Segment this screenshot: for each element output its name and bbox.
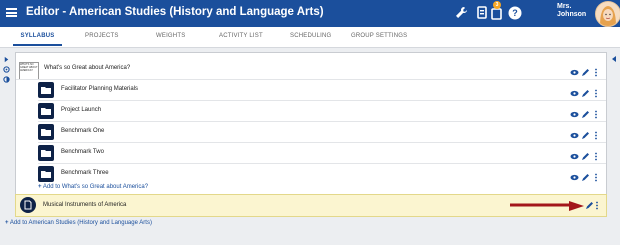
unit-panel: WHAT'S SO GREAT ABOUT AMERICA? What's so… [15, 52, 607, 195]
tab-syllabus[interactable]: SYLLABUS [13, 27, 62, 46]
folder-icon [38, 103, 54, 119]
menu-icon[interactable] [6, 8, 17, 17]
tab-bar: SYLLABUS PROJECTS WEIGHTS ACTIVITY LIST … [0, 27, 620, 48]
unit-thumbnail: WHAT'S SO GREAT ABOUT AMERICA? [19, 62, 39, 80]
pencil-icon[interactable] [586, 202, 593, 209]
list-item-label: Project Launch [61, 107, 102, 113]
more-vert-icon[interactable] [595, 89, 597, 98]
more-vert-icon[interactable] [595, 152, 597, 161]
wrench-icon[interactable] [453, 5, 469, 21]
row-actions [570, 64, 600, 77]
list-item-label: Benchmark One [61, 128, 105, 134]
tab-weights[interactable]: WEIGHTS [156, 27, 185, 46]
settings-icon[interactable] [3, 66, 10, 73]
add-to-unit-label: Add to What's so Great about America? [42, 184, 149, 190]
unit-row[interactable]: WHAT'S SO GREAT ABOUT AMERICA? What's so… [16, 59, 606, 80]
more-vert-icon[interactable] [595, 131, 597, 140]
user-name-line2: Johnson [557, 11, 587, 18]
plus-icon: + [38, 184, 42, 190]
eye-icon[interactable] [570, 69, 579, 76]
folder-icon [38, 124, 54, 140]
copy-icon[interactable] [474, 5, 490, 21]
more-vert-icon[interactable] [595, 110, 597, 119]
list-item-label: Benchmark Two [61, 149, 104, 155]
eye-icon[interactable] [570, 174, 579, 181]
more-vert-icon[interactable] [595, 173, 597, 182]
row-actions [570, 127, 600, 140]
folder-icon [38, 145, 54, 161]
highlighted-item-row[interactable]: Musical Instruments of America [15, 194, 607, 217]
avatar[interactable] [595, 1, 620, 27]
list-item[interactable]: Project Launch [16, 101, 606, 120]
add-to-unit-link[interactable]: + Add to What's so Great about America? [38, 184, 148, 190]
add-to-course-label: Add to American Studies (History and Lan… [9, 220, 152, 226]
list-item[interactable]: Facilitator Planning Materials [16, 80, 606, 99]
folder-icon [38, 82, 54, 98]
eye-icon[interactable] [570, 90, 579, 97]
help-icon[interactable]: ? [507, 5, 523, 21]
list-item[interactable]: Benchmark Three [16, 164, 606, 183]
notification-badge: 3 [493, 1, 501, 9]
chevron-left-icon[interactable] [610, 55, 618, 63]
pencil-icon[interactable] [582, 132, 589, 139]
more-vert-icon[interactable] [596, 201, 598, 210]
list-item[interactable]: Benchmark One [16, 122, 606, 141]
row-actions [570, 85, 600, 98]
eye-icon[interactable] [570, 111, 579, 118]
list-item-label: Facilitator Planning Materials [61, 86, 139, 92]
contrast-icon[interactable] [3, 76, 10, 83]
pencil-icon[interactable] [582, 111, 589, 118]
add-to-course-link[interactable]: + Add to American Studies (History and L… [5, 220, 152, 226]
eye-icon[interactable] [570, 153, 579, 160]
document-icon [20, 197, 36, 213]
arrow-annotation [510, 201, 584, 211]
more-vert-icon[interactable] [595, 68, 597, 77]
pencil-icon[interactable] [582, 174, 589, 181]
plus-icon: + [5, 220, 9, 226]
tab-projects[interactable]: PROJECTS [85, 27, 119, 46]
side-toolbar [0, 48, 12, 245]
row-actions [570, 169, 600, 182]
tab-activity-list[interactable]: ACTIVITY LIST [219, 27, 263, 46]
list-item[interactable]: Benchmark Two [16, 143, 606, 162]
row-actions [570, 106, 600, 119]
folder-icon [38, 166, 54, 182]
unit-thumbnail-text: WHAT'S SO GREAT ABOUT AMERICA? [20, 63, 38, 72]
row-actions [570, 148, 600, 161]
pencil-icon[interactable] [582, 69, 589, 76]
pencil-icon[interactable] [582, 153, 589, 160]
tab-scheduling[interactable]: SCHEDULING [290, 27, 331, 46]
tab-group-settings[interactable]: GROUP SETTINGS [351, 27, 407, 46]
list-item-label: Benchmark Three [61, 170, 109, 176]
eye-icon[interactable] [570, 132, 579, 139]
unit-title: What's so Great about America? [44, 65, 131, 71]
top-app-bar: Editor - American Studies (History and L… [0, 0, 620, 27]
user-name[interactable]: Mrs. Johnson [557, 3, 586, 19]
chevron-right-icon[interactable] [3, 56, 10, 63]
pencil-icon[interactable] [582, 90, 589, 97]
app-title: Editor - American Studies (History and L… [26, 6, 324, 18]
item-label: Musical Instruments of America [43, 202, 127, 208]
user-name-line1: Mrs. [557, 3, 572, 10]
svg-text:?: ? [512, 8, 518, 18]
